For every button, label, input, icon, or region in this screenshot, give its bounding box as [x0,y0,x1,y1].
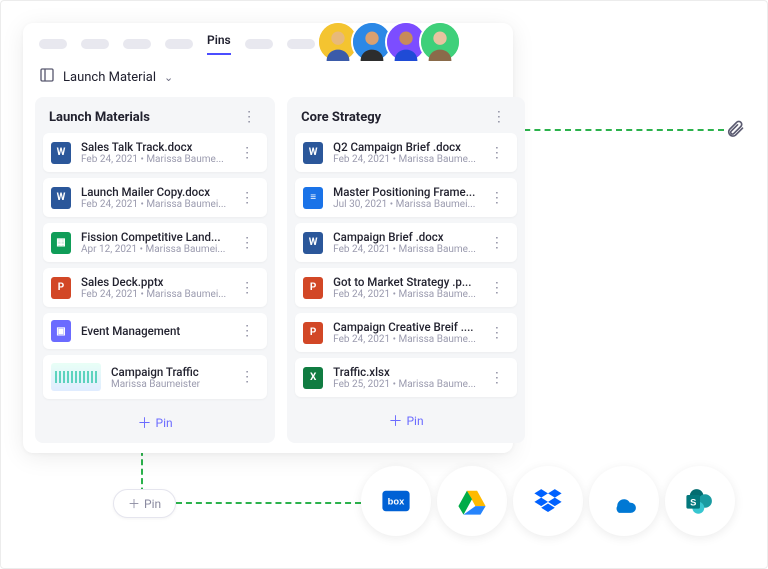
card-more-icon[interactable]: ⋮ [236,323,259,339]
excel-icon: X [303,367,323,389]
file-card[interactable]: W Sales Talk Track.docxFeb 24, 2021 • Mar… [43,133,267,172]
avatar-stack [325,21,461,63]
floating-pin-pill[interactable]: ＋Pin [113,489,176,518]
plus-icon: ＋ [138,413,152,433]
file-meta: Feb 24, 2021 • Marissa Baume... [333,289,476,300]
column-more-icon[interactable]: ⋮ [488,109,511,125]
column-items: WQ2 Campaign Brief .docxFeb 24, 2021 • M… [295,133,517,397]
card-more-icon[interactable]: ⋮ [486,280,509,296]
file-meta: Feb 24, 2021 • Marissa Baumei... [81,199,226,210]
file-card[interactable]: ▦ Fission Competitive Land...Apr 12, 2021… [43,223,267,262]
column-items: WSales Talk Track.docxFeb 24, 2021 • Mar… [43,133,267,399]
integration-box[interactable]: box [361,466,431,536]
card-more-icon[interactable]: ⋮ [236,190,259,206]
file-meta: Marissa Baumeister [111,379,226,390]
file-card[interactable]: W Launch Mailer Copy.docxFeb 24, 2021 • M… [43,178,267,217]
chart-thumbnail [51,363,101,391]
word-icon: W [303,232,323,254]
file-meta: Feb 24, 2021 • Marissa Baume... [333,244,476,255]
connector-to-integrations [176,502,361,504]
file-meta: Feb 25, 2021 • Marissa Baume... [333,379,476,390]
tab-placeholder[interactable] [123,39,151,49]
word-icon: W [51,142,71,164]
integration-google-drive[interactable] [437,466,507,536]
file-name: Traffic.xlsx [333,365,476,379]
card-more-icon[interactable]: ⋮ [486,190,509,206]
file-name: Master Positioning Frame... [333,185,476,199]
file-name: Campaign Brief .docx [333,230,476,244]
powerpoint-icon: P [303,277,323,299]
powerpoint-icon: P [51,277,71,299]
integration-sharepoint[interactable]: S [665,466,735,536]
file-name: Q2 Campaign Brief .docx [333,140,476,154]
integration-onedrive[interactable] [589,466,659,536]
sheets-icon: ▦ [51,232,71,254]
file-card[interactable]: P Sales Deck.pptxFeb 24, 2021 • Marissa B… [43,268,267,307]
folder-icon: ▣ [51,320,71,342]
file-name: Event Management [81,324,226,338]
card-more-icon[interactable]: ⋮ [236,145,259,161]
pins-window: Pins Launch Material ⌄ Launch Materials … [23,23,513,453]
avatar[interactable] [419,21,461,63]
file-card[interactable]: X Traffic.xlsxFeb 25, 2021 • Marissa Baum… [295,358,517,397]
tab-placeholder[interactable] [165,39,193,49]
file-meta: Feb 24, 2021 • Marissa Baumei... [81,289,226,300]
layout-icon [39,67,55,87]
file-meta: Apr 12, 2021 • Marissa Baumei... [81,244,226,255]
file-card[interactable]: ▣ Event Management ⋮ [43,313,267,349]
tab-placeholder[interactable] [245,39,273,49]
word-icon: W [303,142,323,164]
plus-icon: ＋ [388,411,402,431]
paperclip-icon [725,117,745,145]
column-core-strategy: Core Strategy ⋮ W Q2 Campaign Brief .docx… [287,97,525,443]
file-meta: Feb 24, 2021 • Marissa Baume... [333,334,476,345]
file-meta: Jul 30, 2021 • Marissa Baumei... [333,199,476,210]
file-name: Got to Market Strategy .p... [333,275,476,289]
file-card[interactable]: P Got to Market Strategy .p...Feb 24, 202… [295,268,517,307]
card-more-icon[interactable]: ⋮ [486,235,509,251]
column-launch-materials: Launch Materials ⋮ W Sales Talk Track.doc… [35,97,275,443]
file-name: Sales Talk Track.docx [81,140,226,154]
file-name: Sales Deck.pptx [81,275,226,289]
file-card[interactable]: W Q2 Campaign Brief .docxFeb 24, 2021 • M… [295,133,517,172]
tab-pins[interactable]: Pins [207,33,231,55]
card-more-icon[interactable]: ⋮ [486,145,509,161]
tab-placeholder[interactable] [39,39,67,49]
powerpoint-icon: P [303,322,323,344]
file-name: Launch Mailer Copy.docx [81,185,226,199]
file-name: Campaign Traffic [111,365,226,379]
column-title: Launch Materials [49,110,150,125]
card-more-icon[interactable]: ⋮ [236,369,259,385]
file-card[interactable]: P Campaign Creative Breif ....Feb 24, 202… [295,313,517,352]
tab-placeholder[interactable] [287,39,315,49]
card-more-icon[interactable]: ⋮ [236,280,259,296]
card-more-icon[interactable]: ⋮ [486,370,509,386]
add-pin-button[interactable]: ＋Pin [295,403,517,435]
column-title: Core Strategy [301,110,381,125]
file-meta: Feb 24, 2021 • Marissa Baume... [81,154,226,165]
file-card[interactable]: Campaign TrafficMarissa Baumeister ⋮ [43,355,267,399]
file-name: Fission Competitive Land... [81,230,226,244]
chevron-down-icon: ⌄ [164,71,173,84]
tab-placeholder[interactable] [81,39,109,49]
file-name: Campaign Creative Breif .... [333,320,476,334]
gdoc-icon: ≡ [303,187,323,209]
file-card[interactable]: W Campaign Brief .docxFeb 24, 2021 • Mari… [295,223,517,262]
integrations-row: box S [361,466,735,536]
card-more-icon[interactable]: ⋮ [236,235,259,251]
plus-icon: ＋ [128,495,140,512]
svg-text:S: S [690,497,696,507]
columns: Launch Materials ⋮ W Sales Talk Track.doc… [23,97,513,453]
svg-text:box: box [388,496,405,506]
file-card[interactable]: ≡ Master Positioning Frame...Jul 30, 2021… [295,178,517,217]
breadcrumb-label: Launch Material [63,70,156,85]
add-pin-button[interactable]: ＋Pin [43,405,267,437]
card-more-icon[interactable]: ⋮ [486,325,509,341]
connector-to-paperclip [514,129,724,131]
integration-dropbox[interactable] [513,466,583,536]
column-more-icon[interactable]: ⋮ [238,109,261,125]
word-icon: W [51,187,71,209]
file-meta: Feb 24, 2021 • Marissa Baume... [333,154,476,165]
